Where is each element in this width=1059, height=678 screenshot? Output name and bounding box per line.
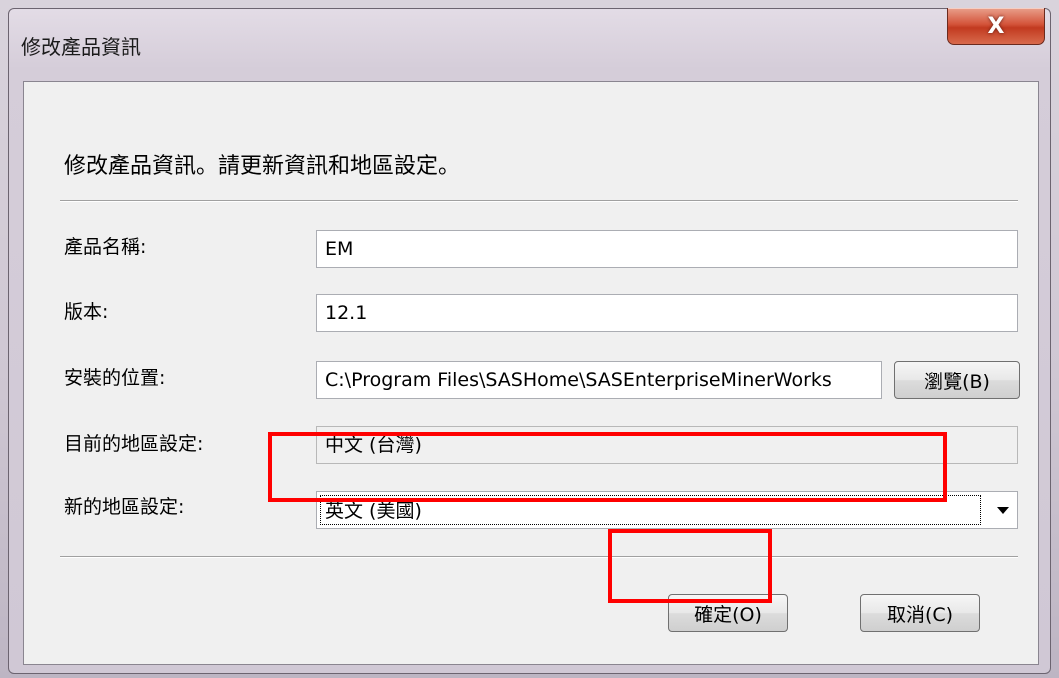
new-locale-selected-value: 英文 (美國)	[320, 495, 981, 525]
bottom-divider	[60, 556, 1018, 558]
window-title: 修改產品資訊	[21, 35, 141, 59]
ok-button[interactable]: 確定(O)	[668, 594, 788, 632]
install-location-label: 安裝的位置:	[64, 367, 166, 389]
chevron-down-icon[interactable]	[997, 507, 1009, 514]
install-location-input[interactable]: C:\Program Files\SASHome\SASEnterpriseMi…	[316, 361, 882, 399]
current-locale-field: 中文 (台灣)	[316, 426, 1018, 464]
dialog-body: 修改產品資訊。請更新資訊和地區設定。 產品名稱: EM 版本: 12.1 安裝的…	[23, 81, 1039, 665]
modify-product-dialog: 修改產品資訊 X 修改產品資訊。請更新資訊和地區設定。 產品名稱: EM 版本:…	[8, 8, 1051, 674]
product-name-input[interactable]: EM	[316, 230, 1018, 268]
product-name-label: 產品名稱:	[64, 236, 147, 258]
current-locale-label: 目前的地區設定:	[64, 433, 204, 455]
version-label: 版本:	[64, 301, 109, 323]
cancel-button[interactable]: 取消(C)	[860, 594, 980, 632]
top-divider	[60, 200, 1018, 202]
version-input[interactable]: 12.1	[316, 294, 1018, 332]
close-button[interactable]: X	[947, 8, 1045, 45]
instruction-text: 修改產品資訊。請更新資訊和地區設定。	[64, 154, 461, 179]
browse-button[interactable]: 瀏覽(B)	[894, 361, 1020, 399]
new-locale-select[interactable]: 英文 (美國)	[316, 491, 1018, 529]
close-icon: X	[987, 13, 1005, 39]
new-locale-label: 新的地區設定:	[64, 496, 185, 518]
